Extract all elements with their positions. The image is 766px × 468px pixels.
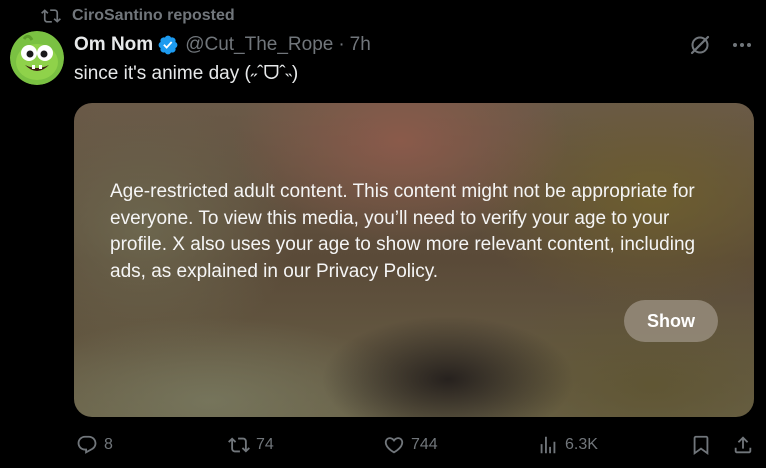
views-count: 6.3K <box>565 436 598 453</box>
repost-icon <box>41 9 61 23</box>
like-button[interactable]: 744 <box>383 434 438 456</box>
reply-button[interactable]: 8 <box>76 434 113 456</box>
heart-icon <box>384 437 404 454</box>
author-handle[interactable]: @Cut_The_Rope <box>185 34 333 56</box>
tweet-text: since it's anime day (˶ˆᗜˆ˵) <box>74 63 299 84</box>
more-options-icon[interactable] <box>730 33 754 57</box>
repost-count: 74 <box>256 436 274 453</box>
verified-badge-icon[interactable] <box>157 34 179 56</box>
reply-icon <box>77 435 97 454</box>
repost-icon <box>228 437 250 453</box>
views-chart-icon <box>540 436 556 454</box>
tweet-top-actions <box>688 33 754 57</box>
age-restriction-warning: Age-restricted adult content. This conte… <box>110 181 696 282</box>
grok-icon[interactable] <box>688 33 712 57</box>
bookmark-icon <box>693 435 709 456</box>
share-icon <box>734 436 752 454</box>
repost-indicator[interactable]: CiroSantino reposted <box>40 6 235 26</box>
separator-dot: · <box>338 34 345 55</box>
like-count: 744 <box>411 436 438 453</box>
tweet-timestamp[interactable]: 7h <box>350 34 371 56</box>
avatar[interactable] <box>10 31 64 85</box>
views-button[interactable]: 6.3K <box>537 434 598 456</box>
share-button[interactable] <box>732 434 754 456</box>
om-nom-avatar-icon <box>10 31 64 85</box>
restricted-media[interactable]: Age-restricted adult content. This conte… <box>74 103 754 417</box>
tweet-header: Om Nom @Cut_The_Rope · 7h <box>74 33 371 57</box>
repost-text: CiroSantino reposted <box>72 7 235 24</box>
reply-count: 8 <box>104 436 113 453</box>
bookmark-button[interactable] <box>690 434 712 456</box>
show-media-button[interactable]: Show <box>624 300 718 342</box>
author-display-name[interactable]: Om Nom <box>74 34 153 56</box>
repost-button[interactable]: 74 <box>228 434 274 456</box>
tweet-action-bar: 8 74 744 6.3K <box>0 434 766 460</box>
